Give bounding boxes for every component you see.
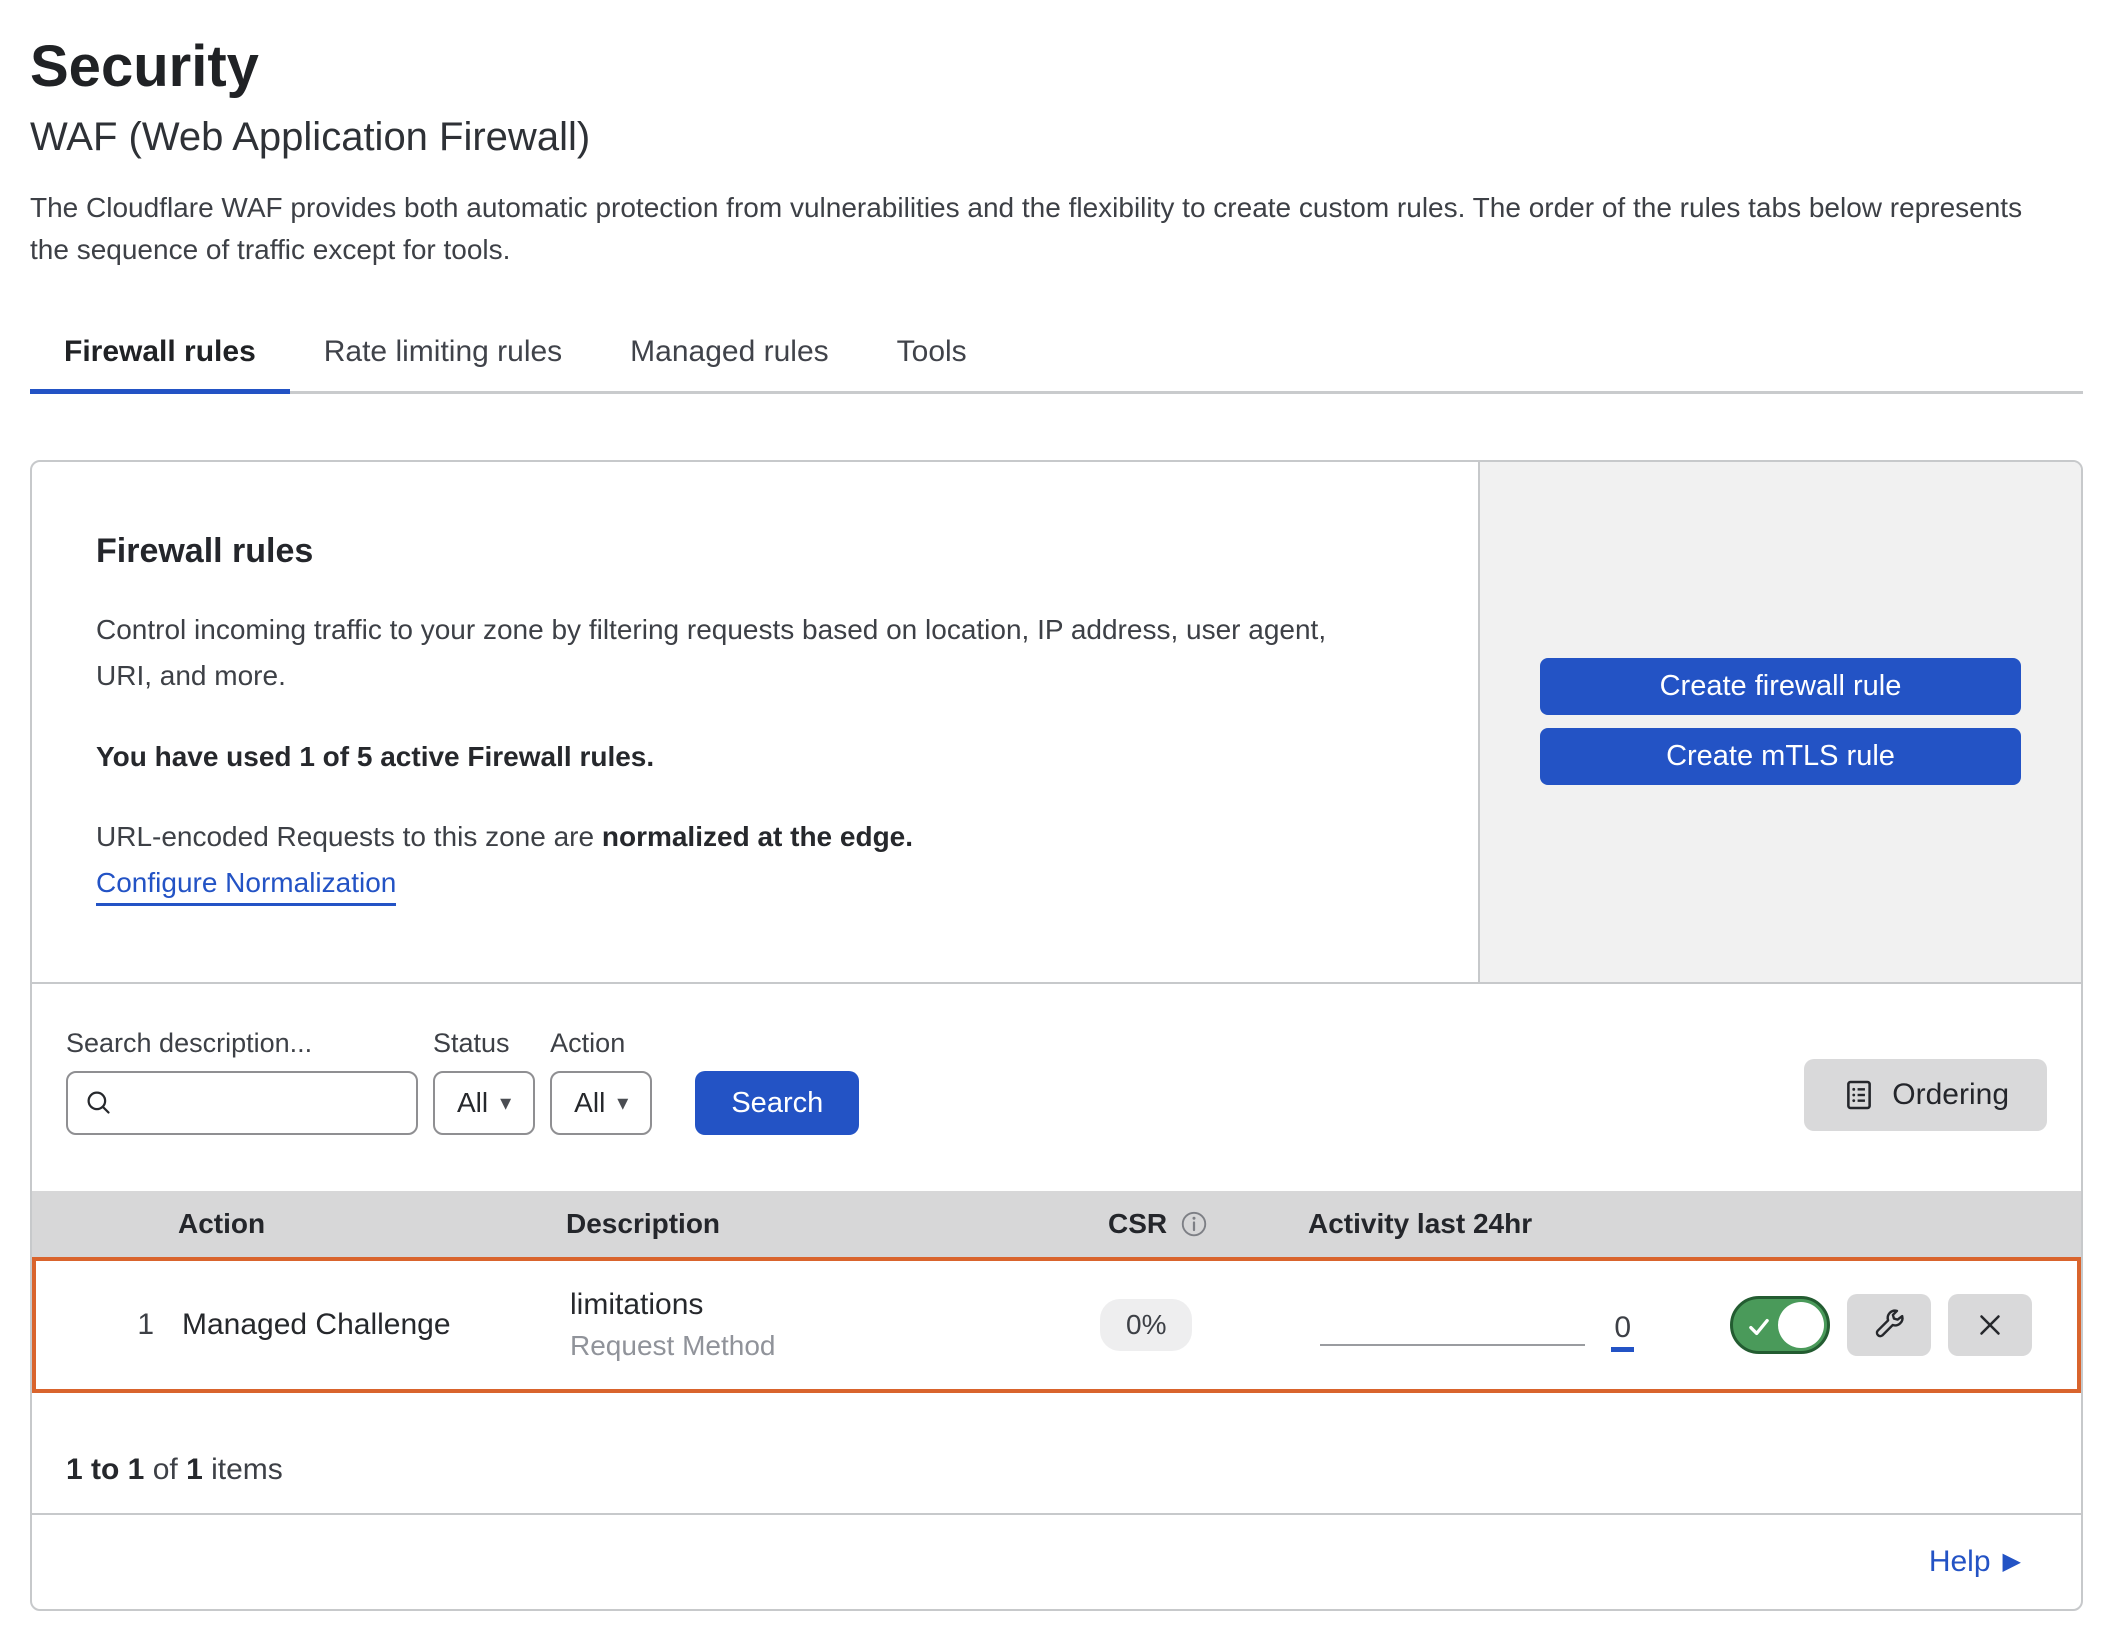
page-subtitle: WAF (Web Application Firewall) xyxy=(30,113,2083,161)
rule-activity-cell: 0 xyxy=(1304,1299,1634,1352)
card-top-section: Firewall rules Control incoming traffic … xyxy=(32,462,2081,982)
page-header: Security WAF (Web Application Firewall) … xyxy=(0,34,2114,271)
check-icon xyxy=(1745,1313,1773,1341)
action-filter-label: Action xyxy=(550,1028,652,1059)
rule-action: Managed Challenge xyxy=(166,1308,536,1342)
delete-rule-button[interactable] xyxy=(1948,1294,2032,1356)
tab-firewall-rules[interactable]: Firewall rules xyxy=(30,319,290,394)
status-filter-field: Status All ▾ xyxy=(433,1028,535,1135)
search-description-label: Search description... xyxy=(66,1028,418,1059)
chevron-down-icon: ▾ xyxy=(617,1092,628,1114)
page-title: Security xyxy=(30,34,2083,101)
card-description: Control incoming traffic to your zone by… xyxy=(96,607,1386,699)
search-input-wrapper xyxy=(66,1071,418,1135)
arrow-right-icon: ▶ xyxy=(2003,1550,2021,1574)
rules-filter-bar: Search description... Status All ▾ Actio… xyxy=(32,982,2081,1191)
search-button[interactable]: Search xyxy=(695,1071,859,1135)
search-description-field: Search description... xyxy=(66,1028,418,1135)
create-firewall-rule-button[interactable]: Create firewall rule xyxy=(1540,658,2021,715)
usage-summary: You have used 1 of 5 active Firewall rul… xyxy=(96,741,1414,773)
search-icon xyxy=(84,1088,114,1118)
csr-badge: 0% xyxy=(1100,1299,1192,1351)
description-column-header: Description xyxy=(532,1208,1088,1240)
activity-column-header: Activity last 24hr xyxy=(1308,1208,1638,1240)
ordering-list-icon xyxy=(1842,1078,1876,1112)
rule-priority: 1 xyxy=(36,1308,166,1342)
firewall-rules-card: Firewall rules Control incoming traffic … xyxy=(30,460,2083,1611)
action-column-header: Action xyxy=(162,1208,532,1240)
tab-rate-limiting-rules[interactable]: Rate limiting rules xyxy=(290,319,596,394)
ordering-button-label: Ordering xyxy=(1892,1078,2009,1112)
firewall-rules-info: Firewall rules Control incoming traffic … xyxy=(32,462,1478,982)
status-select[interactable]: All ▾ xyxy=(433,1071,535,1135)
page-description: The Cloudflare WAF provides both automat… xyxy=(30,187,2050,271)
rules-table-header: Action Description CSR Activity last 24h… xyxy=(32,1191,2081,1257)
firewall-rule-row[interactable]: 1 Managed Challenge limitations Request … xyxy=(32,1257,2081,1393)
create-mtls-rule-button[interactable]: Create mTLS rule xyxy=(1540,728,2021,785)
tab-managed-rules[interactable]: Managed rules xyxy=(596,319,862,394)
status-select-value: All xyxy=(457,1087,488,1119)
pagination-total: 1 xyxy=(186,1453,203,1486)
close-icon xyxy=(1973,1308,2007,1342)
chevron-down-icon: ▾ xyxy=(500,1092,511,1114)
pagination-summary: 1 to 1 of 1 items xyxy=(32,1393,2081,1513)
edit-rule-button[interactable] xyxy=(1847,1294,1931,1356)
pagination-of: of xyxy=(153,1453,178,1486)
info-icon[interactable] xyxy=(1179,1209,1209,1239)
activity-sparkline xyxy=(1320,1344,1585,1346)
toggle-knob xyxy=(1778,1302,1824,1348)
action-select-value: All xyxy=(574,1087,605,1119)
rule-description-sub: Request Method xyxy=(570,1330,1084,1362)
rule-csr-cell: 0% xyxy=(1084,1299,1304,1351)
card-action-panel: Create firewall rule Create mTLS rule xyxy=(1478,462,2081,982)
rule-description-cell: limitations Request Method xyxy=(536,1288,1084,1362)
csr-header-label: CSR xyxy=(1108,1208,1167,1240)
normalization-note: URL-encoded Requests to this zone are no… xyxy=(96,821,1414,853)
configure-normalization-link[interactable]: Configure Normalization xyxy=(96,867,396,906)
search-input[interactable] xyxy=(126,1087,400,1119)
normalization-bold-text: normalized at the edge. xyxy=(602,821,913,852)
tab-tools[interactable]: Tools xyxy=(863,319,1001,394)
card-heading: Firewall rules xyxy=(96,532,1414,571)
ordering-button[interactable]: Ordering xyxy=(1804,1059,2047,1131)
rule-enabled-toggle[interactable] xyxy=(1730,1296,1830,1354)
pagination-items: items xyxy=(211,1453,283,1486)
status-filter-label: Status xyxy=(433,1028,535,1059)
activity-count-link[interactable]: 0 xyxy=(1611,1311,1634,1352)
csr-column-header: CSR xyxy=(1088,1208,1308,1240)
security-waf-page: Security WAF (Web Application Firewall) … xyxy=(0,0,2114,1638)
help-link[interactable]: Help ▶ xyxy=(1929,1545,2021,1579)
pagination-range: 1 to 1 xyxy=(66,1453,144,1486)
action-select[interactable]: All ▾ xyxy=(550,1071,652,1135)
card-footer: Help ▶ xyxy=(32,1513,2081,1609)
rule-description: limitations xyxy=(570,1288,1084,1322)
normalization-text: URL-encoded Requests to this zone are xyxy=(96,821,594,852)
wrench-icon xyxy=(1871,1307,1907,1343)
waf-tab-bar: Firewall rules Rate limiting rules Manag… xyxy=(30,319,2083,394)
help-link-label: Help xyxy=(1929,1545,1991,1579)
rule-controls xyxy=(1634,1294,2077,1356)
action-filter-field: Action All ▾ xyxy=(550,1028,652,1135)
